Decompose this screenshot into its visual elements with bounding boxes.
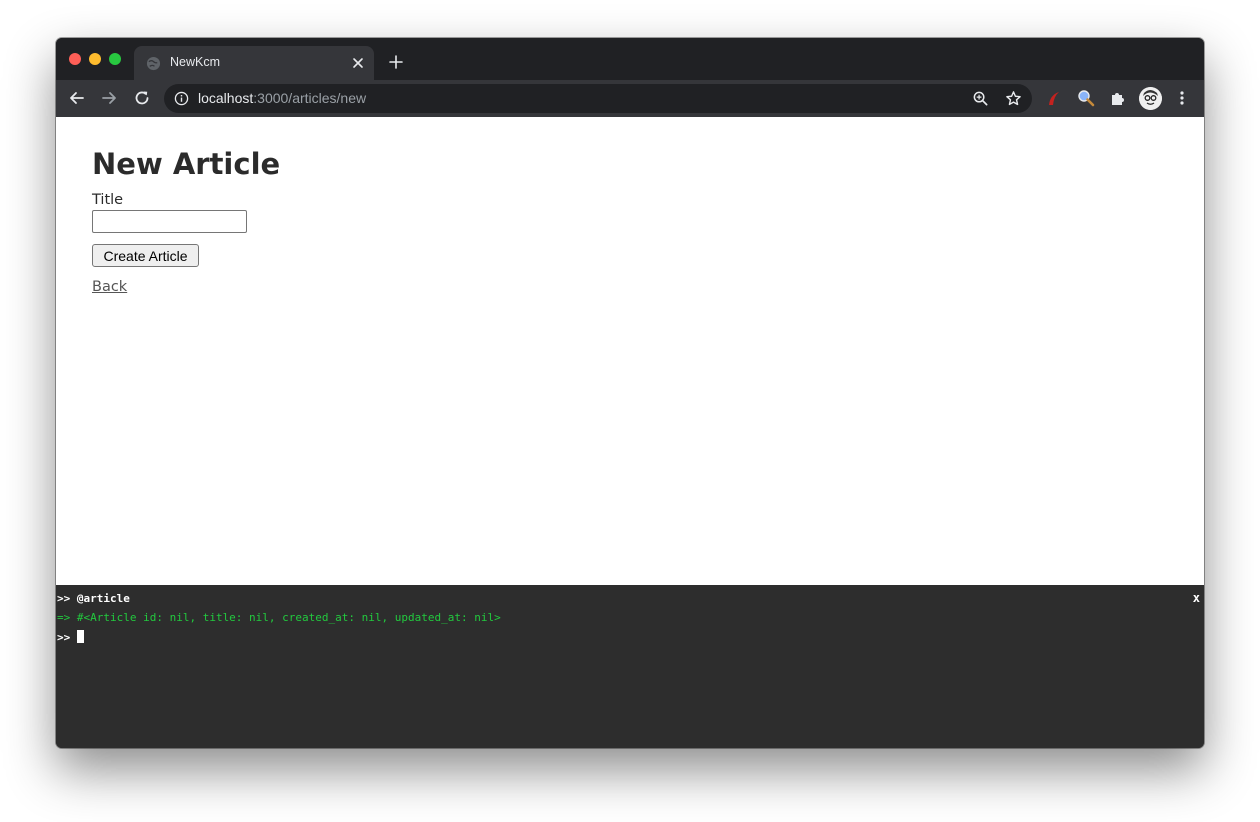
reload-icon[interactable]: [133, 89, 151, 107]
title-label: Title: [92, 192, 124, 208]
window-minimize-button[interactable]: [89, 53, 101, 65]
puzzle-icon[interactable]: [1109, 89, 1127, 107]
address-bar[interactable]: localhost:3000/articles/new: [164, 84, 1032, 113]
tab-strip: NewKcm: [56, 38, 1204, 80]
console-prompt-line[interactable]: >>: [57, 630, 84, 644]
plus-icon[interactable]: [388, 54, 404, 70]
console-close-button[interactable]: x: [1193, 591, 1200, 605]
tab-title: NewKcm: [170, 55, 221, 69]
address-url: localhost:3000/articles/new: [198, 90, 366, 106]
avatar[interactable]: [1139, 87, 1162, 110]
close-icon[interactable]: [350, 55, 366, 71]
title-input[interactable]: [92, 210, 247, 233]
console-cursor: [76, 630, 84, 643]
browser-window: NewKcm localhost:3000/articles/new New A…: [56, 38, 1204, 748]
zoom-icon[interactable]: [972, 90, 989, 107]
window-close-button[interactable]: [69, 53, 81, 65]
page-title: New Article: [92, 147, 281, 181]
console-prompt: >>: [57, 631, 77, 644]
url-host: localhost: [198, 90, 254, 106]
red-extension-icon[interactable]: [1045, 89, 1063, 107]
back-link[interactable]: Back: [92, 279, 127, 295]
magnifier-extension-icon[interactable]: [1077, 89, 1095, 107]
arrow-left-icon[interactable]: [68, 89, 86, 107]
console-input-line: >> @article: [57, 592, 130, 605]
star-icon[interactable]: [1005, 90, 1022, 107]
create-article-button[interactable]: Create Article: [92, 244, 199, 267]
console-output-line: => #<Article id: nil, title: nil, create…: [57, 611, 501, 624]
arrow-right-icon[interactable]: [100, 89, 118, 107]
url-path: :3000/articles/new: [253, 90, 367, 106]
browser-tab[interactable]: NewKcm: [134, 46, 374, 80]
window-maximize-button[interactable]: [109, 53, 121, 65]
globe-icon: [146, 56, 161, 71]
page-content: New Article Title Create Article Back: [56, 117, 1204, 585]
web-console[interactable]: >> @article => #<Article id: nil, title:…: [56, 585, 1204, 748]
info-icon[interactable]: [174, 91, 189, 106]
kebab-menu-icon[interactable]: [1173, 89, 1191, 107]
browser-toolbar: localhost:3000/articles/new: [56, 80, 1204, 117]
